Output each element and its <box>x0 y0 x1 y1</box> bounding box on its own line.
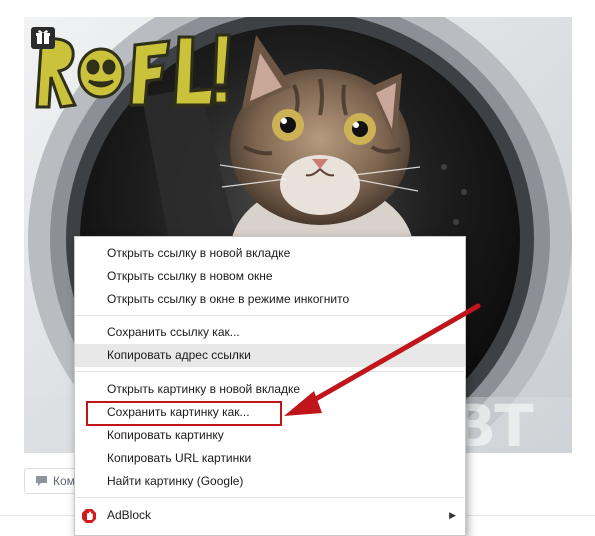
menu-copy-link-address[interactable]: Копировать адрес ссылки <box>75 344 465 367</box>
menu-separator <box>76 315 464 316</box>
menu-open-link-new-tab[interactable]: Открыть ссылку в новой вкладке <box>75 242 465 265</box>
menu-adblock-label: AdBlock <box>107 508 152 522</box>
menu-separator <box>76 371 464 372</box>
gift-badge[interactable] <box>31 27 55 49</box>
gift-icon <box>36 30 50 44</box>
menu-open-link-incognito[interactable]: Открыть ссылку в окне в режиме инкогнито <box>75 288 465 311</box>
menu-open-link-new-window[interactable]: Открыть ссылку в новом окне <box>75 265 465 288</box>
menu-save-link-as[interactable]: Сохранить ссылку как... <box>75 321 465 344</box>
triangle-right-icon: ▶ <box>449 510 456 520</box>
speech-bubble-icon <box>36 476 47 486</box>
comment-button-label: Ком <box>53 474 75 488</box>
menu-copy-image-url[interactable]: Копировать URL картинки <box>75 447 465 470</box>
menu-separator <box>76 497 464 498</box>
menu-adblock[interactable]: AdBlock ▶ <box>75 504 465 527</box>
menu-open-image-new-tab[interactable]: Открыть картинку в новой вкладке <box>75 378 465 401</box>
adblock-hand-icon <box>82 509 96 523</box>
annotation-highlight-box <box>86 401 282 426</box>
context-menu: Открыть ссылку в новой вкладке Открыть с… <box>74 236 466 536</box>
menu-copy-image[interactable]: Копировать картинку <box>75 424 465 447</box>
menu-search-image-google[interactable]: Найти картинку (Google) <box>75 470 465 493</box>
rofl-watermark-logo <box>35 33 231 109</box>
